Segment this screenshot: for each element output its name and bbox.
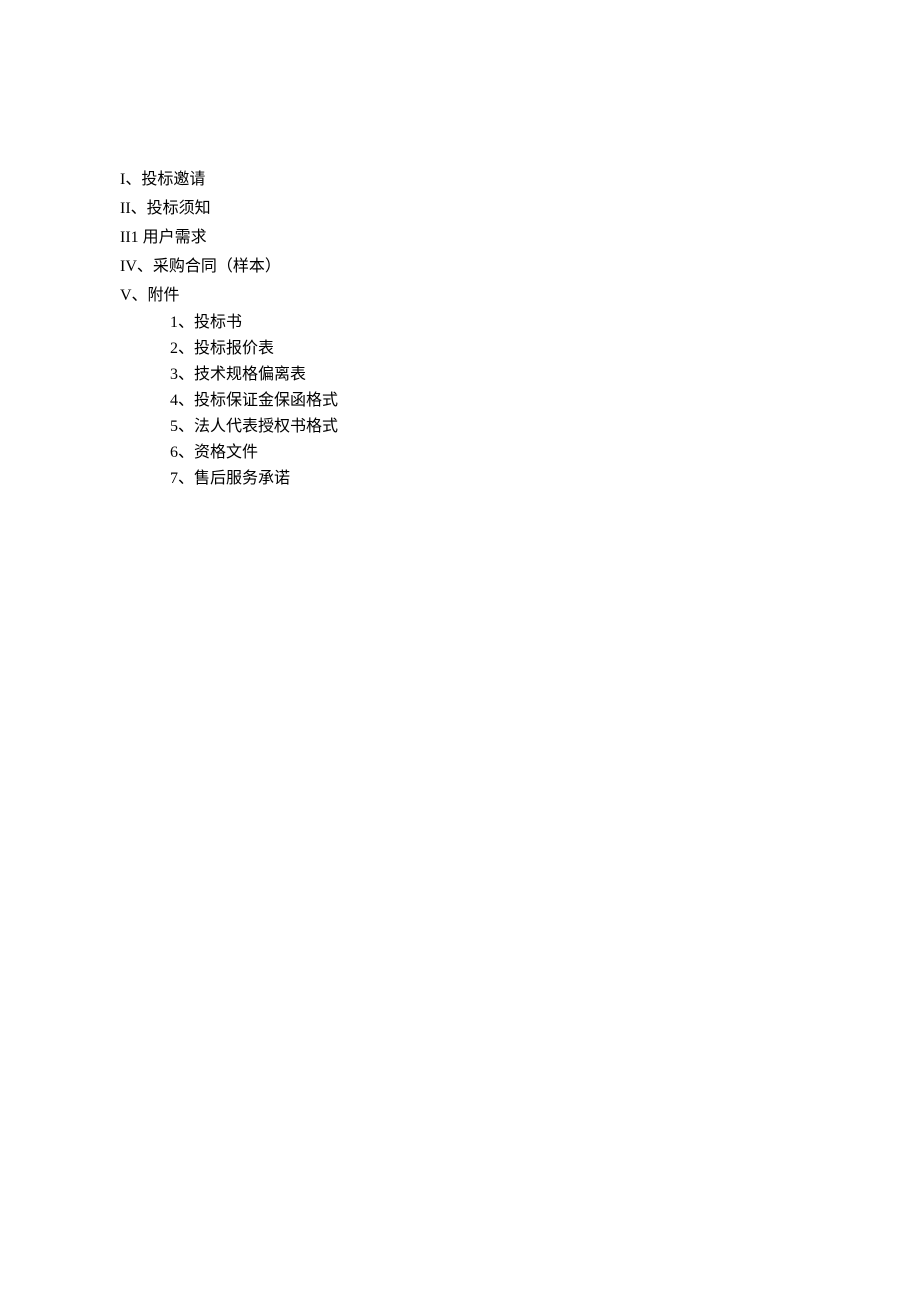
toc-main-item: II、投标须知 [120, 194, 338, 223]
toc-sub-item: 5、法人代表授权书格式 [170, 414, 338, 440]
toc-sub-item: 2、投标报价表 [170, 336, 338, 362]
toc-sub-item: 3、技术规格偏离表 [170, 362, 338, 388]
toc-sub-item: 4、投标保证金保函格式 [170, 388, 338, 414]
toc-main-item: I、投标邀请 [120, 165, 338, 194]
toc-main-item: V、附件 [120, 281, 338, 310]
toc-sub-list: 1、投标书 2、投标报价表 3、技术规格偏离表 4、投标保证金保函格式 5、法人… [170, 310, 338, 492]
table-of-contents: I、投标邀请 II、投标须知 II1 用户需求 IV、采购合同（样本） V、附件… [120, 165, 338, 492]
toc-sub-item: 1、投标书 [170, 310, 338, 336]
toc-main-item: IV、采购合同（样本） [120, 252, 338, 281]
toc-main-item: II1 用户需求 [120, 223, 338, 252]
toc-sub-item: 7、售后服务承诺 [170, 466, 338, 492]
toc-sub-item: 6、资格文件 [170, 440, 338, 466]
